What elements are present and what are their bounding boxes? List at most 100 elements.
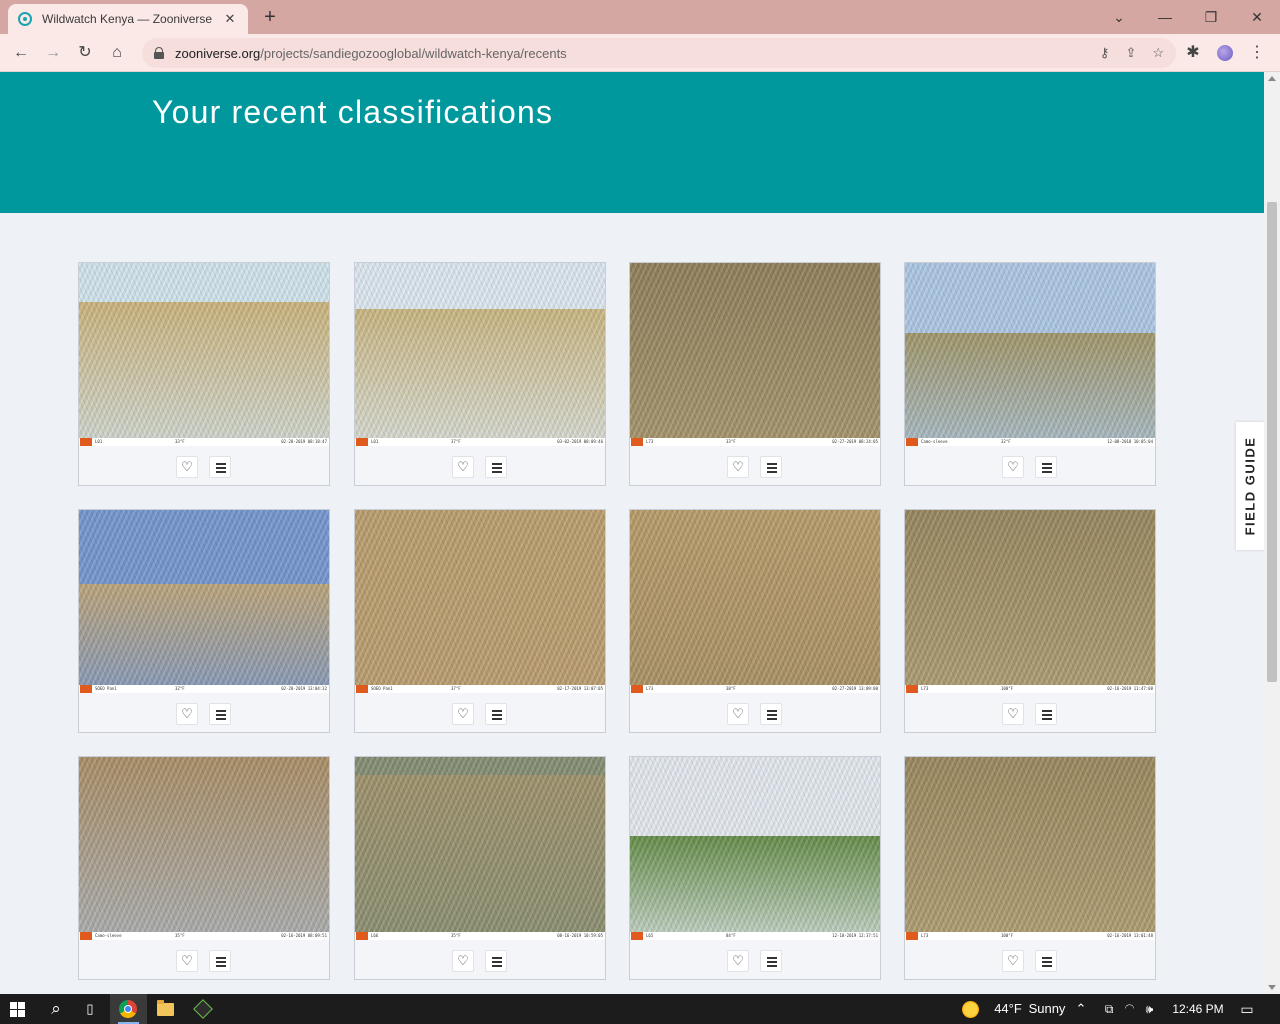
camera-logo-icon [906, 932, 918, 940]
camera-trap-image[interactable]: SOEO Pan1 37°F 02-17-2019 13:07:05 [355, 510, 605, 693]
minimize-button[interactable]: — [1150, 4, 1180, 30]
camera-timestamp: 02-17-2019 13:07:05 [557, 686, 603, 691]
classification-card[interactable]: SOEO Pan1 37°F 02-17-2019 13:07:05 ♡ [354, 509, 606, 733]
close-window-button[interactable]: ✕ [1242, 4, 1272, 30]
camera-trap-image[interactable]: L01 37°F 03-02-2019 08:09:46 [355, 263, 605, 446]
favorite-heart-icon[interactable]: ♡ [1002, 456, 1024, 478]
favorite-heart-icon[interactable]: ♡ [176, 950, 198, 972]
collections-menu-icon[interactable] [760, 456, 782, 478]
camera-logo-icon [631, 438, 643, 446]
notifications-icon[interactable]: ▭ [1236, 994, 1258, 1024]
page-scrollbar[interactable] [1264, 72, 1280, 994]
back-button[interactable]: ← [8, 40, 34, 66]
password-key-icon[interactable]: ⚷ [1100, 45, 1110, 61]
favorite-heart-icon[interactable]: ♡ [727, 703, 749, 725]
classification-card[interactable]: Camo-sleeve 32°F 12-08-2018 10:05:04 ♡ [904, 262, 1156, 486]
collections-menu-icon[interactable] [209, 703, 231, 725]
browser-menu-icon[interactable]: ⋮ [1244, 40, 1270, 66]
camera-trap-image[interactable]: L73 33°F 02-27-2019 08:24:05 [630, 263, 880, 446]
card-actions: ♡ [79, 703, 329, 725]
browser-tab[interactable]: Wildwatch Kenya — Zooniverse ✕ [8, 4, 248, 34]
scroll-up-arrow-icon[interactable] [1268, 76, 1276, 81]
scrollbar-thumb[interactable] [1267, 202, 1277, 682]
chrome-icon[interactable] [119, 1000, 137, 1018]
forward-button[interactable]: → [40, 40, 66, 66]
collections-menu-icon[interactable] [760, 703, 782, 725]
collections-menu-icon[interactable] [1035, 456, 1057, 478]
address-bar[interactable]: zooniverse.org/projects/sandiegozoogloba… [142, 38, 1176, 68]
favorite-heart-icon[interactable]: ♡ [727, 950, 749, 972]
search-icon[interactable]: ⌕ [44, 994, 68, 1024]
camera-trap-image[interactable]: Camo-sleeve 32°F 12-08-2018 10:05:04 [905, 263, 1155, 446]
favorite-heart-icon[interactable]: ♡ [452, 456, 474, 478]
classification-card[interactable]: L73 100°F 02-16-2019 11:47:08 ♡ [904, 509, 1156, 733]
camera-timestamp: 08-16-2019 10:59:05 [557, 933, 603, 938]
collections-menu-icon[interactable] [1035, 950, 1057, 972]
home-button[interactable]: ⌂ [104, 40, 130, 66]
weather-temperature[interactable]: 44°F [988, 994, 1028, 1024]
tray-system-icons[interactable]: ⧉ ◠ 🕪 [1094, 994, 1168, 1024]
favorite-heart-icon[interactable]: ♡ [1002, 703, 1024, 725]
tab-close-icon[interactable]: ✕ [222, 11, 238, 27]
file-explorer-icon[interactable] [157, 1000, 174, 1016]
collections-menu-icon[interactable] [209, 456, 231, 478]
classification-card[interactable]: L73 100°F 02-16-2019 13:01:48 ♡ [904, 756, 1156, 980]
scroll-down-arrow-icon[interactable] [1268, 985, 1276, 990]
favorite-heart-icon[interactable]: ♡ [1002, 950, 1024, 972]
collections-menu-icon[interactable] [209, 950, 231, 972]
camera-trap-image[interactable]: L66 35°F 08-16-2019 10:59:05 [355, 757, 605, 940]
camera-site: L73 [921, 933, 929, 938]
collections-menu-icon[interactable] [485, 456, 507, 478]
weather-sun-icon[interactable] [962, 1001, 979, 1018]
favorite-heart-icon[interactable]: ♡ [176, 456, 198, 478]
camera-logo-icon [906, 438, 918, 446]
new-tab-button[interactable]: + [258, 5, 282, 29]
collections-menu-icon[interactable] [485, 950, 507, 972]
classification-card[interactable]: L73 38°F 02-27-2019 13:09:00 ♡ [629, 509, 881, 733]
favorite-heart-icon[interactable]: ♡ [176, 703, 198, 725]
camera-trap-image[interactable]: L65 84°F 12-10-2019 12:37:51 [630, 757, 880, 940]
camera-trap-image[interactable]: L73 100°F 02-16-2019 13:01:48 [905, 757, 1155, 940]
collections-menu-icon[interactable] [485, 703, 507, 725]
reload-button[interactable]: ↻ [72, 40, 98, 66]
classification-card[interactable]: L01 33°F 02-28-2019 08:18:47 ♡ [78, 262, 330, 486]
image-texture [905, 263, 1155, 439]
field-guide-tab[interactable]: FIELD GUIDE [1236, 422, 1264, 550]
extensions-puzzle-icon[interactable]: ✱ [1180, 40, 1206, 66]
collections-menu-icon[interactable] [1035, 703, 1057, 725]
classification-card[interactable]: SOEO Pan1 32°F 02-28-2019 13:04:32 ♡ [78, 509, 330, 733]
url-text[interactable]: zooniverse.org/projects/sandiegozoogloba… [175, 46, 1084, 61]
favorite-heart-icon[interactable]: ♡ [727, 456, 749, 478]
tab-search-dropdown-icon[interactable]: ⌄ [1104, 4, 1134, 30]
minecraft-launcher-icon[interactable] [193, 999, 213, 1019]
profile-avatar[interactable] [1212, 40, 1238, 66]
weather-condition[interactable]: Sunny [1026, 994, 1068, 1024]
collections-menu-icon[interactable] [760, 950, 782, 972]
task-view-icon[interactable]: ▯ [78, 994, 102, 1024]
zooniverse-favicon-icon [18, 12, 32, 26]
camera-info-strip: Camo-sleeve 35°F 02-16-2019 08:09:51 [79, 932, 329, 940]
camera-trap-image[interactable]: SOEO Pan1 32°F 02-28-2019 13:04:32 [79, 510, 329, 693]
bookmark-star-icon[interactable]: ☆ [1152, 45, 1164, 61]
favorite-heart-icon[interactable]: ♡ [452, 950, 474, 972]
camera-trap-image[interactable]: L73 38°F 02-27-2019 13:09:00 [630, 510, 880, 693]
share-icon[interactable]: ⇪ [1125, 45, 1136, 61]
classification-card[interactable]: L73 33°F 02-27-2019 08:24:05 ♡ [629, 262, 881, 486]
camera-trap-image[interactable]: L73 100°F 02-16-2019 11:47:08 [905, 510, 1155, 693]
clock[interactable]: 12:46 PM [1168, 994, 1228, 1024]
camera-site: L73 [646, 686, 654, 691]
classification-card[interactable]: L01 37°F 03-02-2019 08:09:46 ♡ [354, 262, 606, 486]
classification-card[interactable]: L65 84°F 12-10-2019 12:37:51 ♡ [629, 756, 881, 980]
tray-chevron-icon[interactable]: ⌃ [1072, 994, 1090, 1024]
favorite-heart-icon[interactable]: ♡ [452, 703, 474, 725]
camera-trap-image[interactable]: L01 33°F 02-28-2019 08:18:47 [79, 263, 329, 446]
camera-temperature: 33°F [175, 439, 185, 444]
classification-card[interactable]: L66 35°F 08-16-2019 10:59:05 ♡ [354, 756, 606, 980]
camera-trap-image[interactable]: Camo-sleeve 35°F 02-16-2019 08:09:51 [79, 757, 329, 940]
lock-icon[interactable] [154, 47, 164, 59]
restore-button[interactable]: ❐ [1196, 4, 1226, 30]
image-texture [79, 757, 329, 933]
classification-card[interactable]: Camo-sleeve 35°F 02-16-2019 08:09:51 ♡ [78, 756, 330, 980]
windows-start-icon[interactable] [10, 1002, 25, 1017]
camera-site: L01 [95, 439, 103, 444]
